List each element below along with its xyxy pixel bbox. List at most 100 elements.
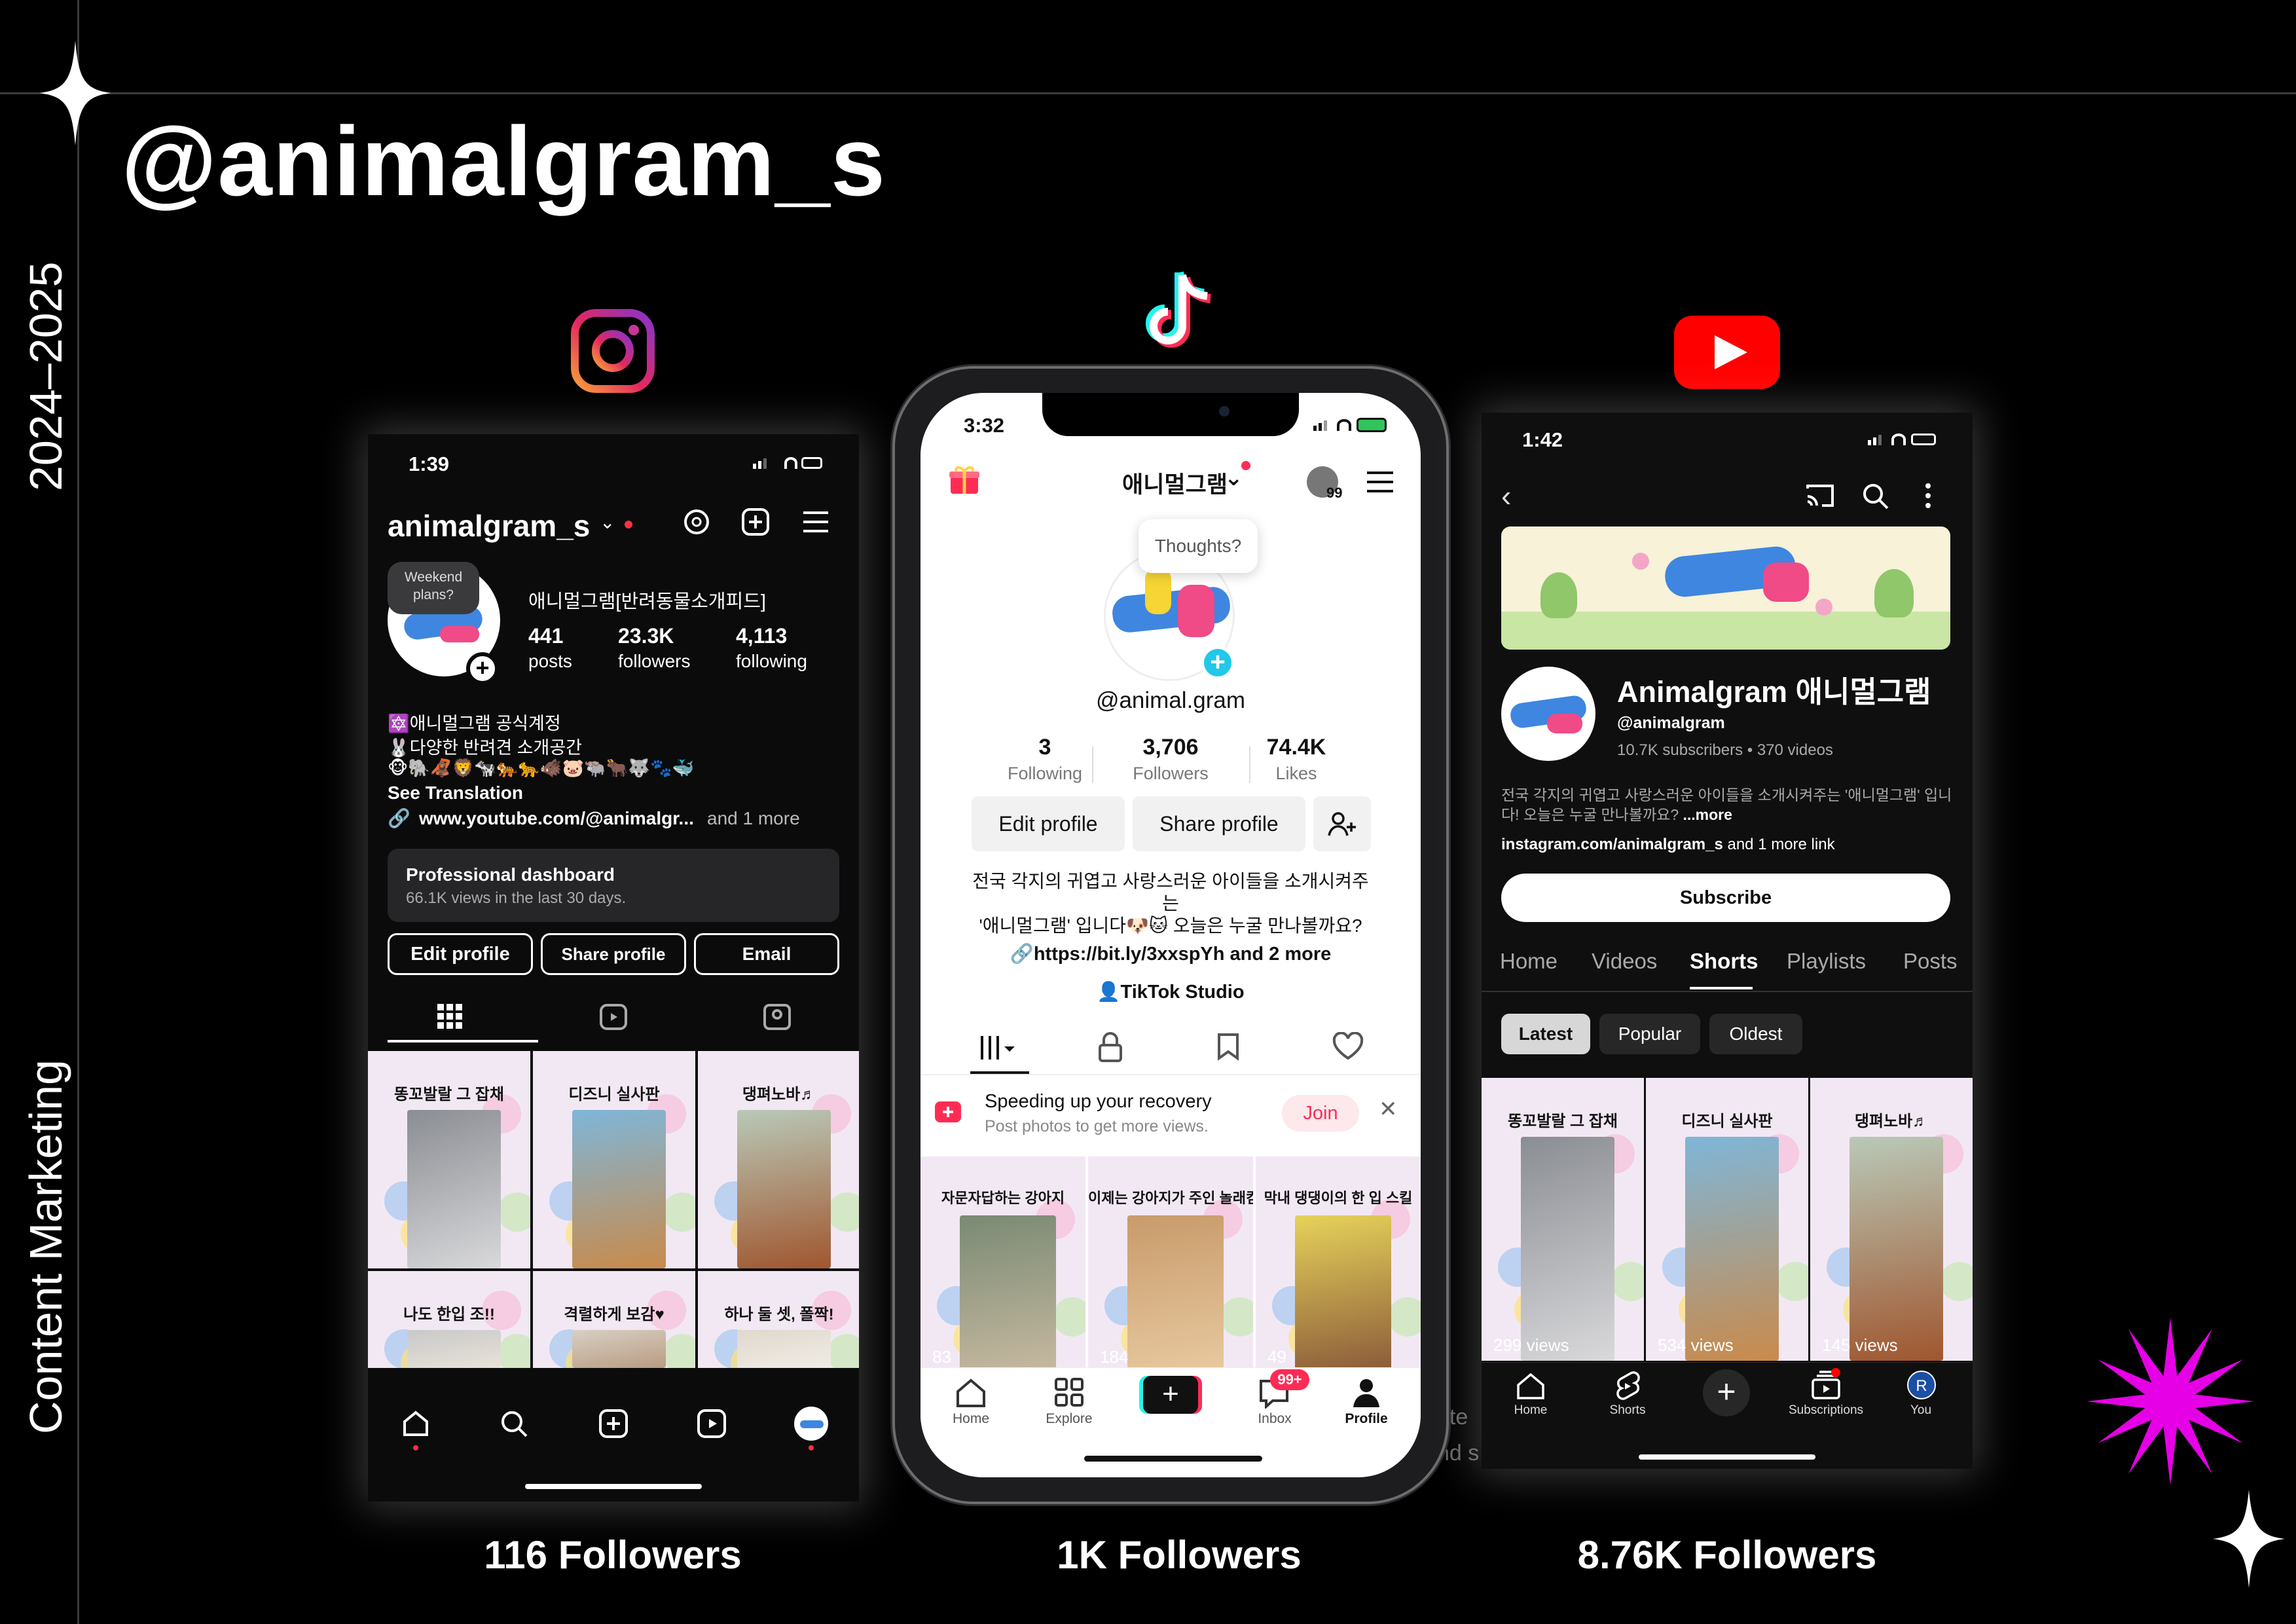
tiktok-studio-link[interactable]: 👤TikTok Studio: [920, 981, 1421, 1003]
back-icon[interactable]: ‹: [1501, 478, 1511, 513]
promo-subtitle: Post photos to get more views.: [985, 1117, 1209, 1135]
yt-tab-playlists[interactable]: Playlists: [1787, 949, 1866, 974]
ig-post-tile[interactable]: 나도 한입 조!!: [368, 1271, 530, 1368]
ig-post-tile[interactable]: 댕펴노바♬: [698, 1051, 859, 1268]
yt-short-tile[interactable]: 디즈니 실사판 534 views: [1646, 1078, 1808, 1361]
add-story-icon[interactable]: +: [1201, 646, 1235, 680]
profile-avatar[interactable]: [794, 1407, 828, 1441]
search-icon[interactable]: [499, 1409, 529, 1439]
tt-following-count[interactable]: 3: [999, 735, 1091, 760]
liked-tab-icon[interactable]: [1332, 1032, 1364, 1062]
subscribe-button[interactable]: Subscribe: [1501, 874, 1950, 922]
yt-tab-videos[interactable]: Videos: [1592, 949, 1657, 974]
professional-dashboard[interactable]: Professional dashboard 66.1K views in th…: [388, 849, 839, 922]
promo-join-button[interactable]: Join: [1282, 1095, 1359, 1132]
yt-channel-avatar[interactable]: [1501, 667, 1595, 761]
tagged-tab-icon[interactable]: [763, 1004, 791, 1030]
cast-icon[interactable]: [1805, 483, 1835, 508]
add-post-icon[interactable]: [741, 507, 770, 536]
tt-video-tile[interactable]: 자문자답하는 강아지 83: [920, 1156, 1085, 1373]
explore-icon[interactable]: [1054, 1377, 1084, 1407]
tt-bio-line-3: '애니멀그램' 입니다🐶🐱 오늘은 누굴 만나볼까요?: [979, 915, 1362, 936]
reels-tab-icon[interactable]: [600, 1004, 627, 1030]
ig-bio-line-1: 🔯애니멀그램 공식계정: [388, 714, 561, 733]
yt-nav-you-label: You: [1910, 1403, 1932, 1417]
home-icon[interactable]: [1516, 1372, 1546, 1401]
yt-tab-home[interactable]: Home: [1500, 949, 1558, 974]
yt-tab-shorts[interactable]: Shorts: [1690, 949, 1758, 974]
profile-icon[interactable]: [1351, 1377, 1381, 1409]
chevron-down-icon[interactable]: ⌄: [1224, 465, 1243, 491]
see-translation-link[interactable]: See Translation: [388, 783, 523, 803]
ig-username[interactable]: animalgram_s: [388, 508, 590, 544]
create-button[interactable]: +: [1139, 1376, 1202, 1414]
tt-name[interactable]: 애니멀그램: [1122, 466, 1228, 500]
grid-icon[interactable]: [437, 1004, 462, 1029]
more-options-icon[interactable]: [1925, 483, 1932, 509]
yt-desc-more[interactable]: ...more: [1683, 806, 1732, 823]
yt-tab-posts[interactable]: Posts: [1903, 949, 1958, 974]
decor-blob: [1940, 1261, 1973, 1301]
instagram-icon: [571, 309, 655, 393]
thoughts-bubble[interactable]: Thoughts?: [1139, 519, 1258, 573]
ig-post-tile[interactable]: 디즈니 실사판: [533, 1051, 695, 1268]
tt-video-tile[interactable]: 이제는 강아지가 주인 놀래킴ㅋㅋ 184: [1088, 1156, 1253, 1373]
yt-short-tile[interactable]: 댕펴노바♬ 145 views: [1810, 1078, 1973, 1361]
thumbnail-photo: [737, 1330, 831, 1368]
reposts-tab-icon[interactable]: [1215, 1032, 1244, 1062]
ig-edit-profile-button[interactable]: Edit profile: [388, 933, 533, 975]
add-friend-button[interactable]: [1313, 796, 1371, 851]
ig-status-icons: [753, 456, 822, 470]
videos-tab-icon[interactable]: [978, 1033, 1021, 1062]
ig-link-more[interactable]: and 1 more: [707, 808, 800, 829]
menu-icon[interactable]: [1366, 470, 1394, 494]
filter-oldest-chip[interactable]: Oldest: [1709, 1014, 1802, 1054]
thumbnail-caption: 이제는 강아지가 주인 놀래킴ㅋㅋ: [1088, 1190, 1253, 1206]
threads-icon[interactable]: [682, 507, 711, 536]
ig-post-tile[interactable]: 격렬하게 보감♥: [533, 1271, 695, 1368]
ig-link[interactable]: www.youtube.com/@animalgr...: [419, 808, 694, 829]
tt-likes-count[interactable]: 74.4K: [1250, 735, 1342, 760]
ig-following-count[interactable]: 4,113: [736, 624, 787, 648]
shorts-icon[interactable]: [1613, 1371, 1643, 1402]
menu-icon[interactable]: [802, 510, 829, 534]
add-story-icon[interactable]: +: [466, 652, 499, 685]
tt-edit-profile-button[interactable]: Edit profile: [972, 796, 1125, 851]
account-avatar[interactable]: R: [1907, 1371, 1936, 1399]
ig-share-profile-button[interactable]: Share profile: [541, 933, 686, 975]
yt-short-tile[interactable]: 똥꼬발랄 그 잡채 299 views: [1482, 1078, 1644, 1361]
home-icon[interactable]: [955, 1377, 987, 1409]
starburst-shape: [2086, 1318, 2254, 1485]
filter-popular-chip[interactable]: Popular: [1599, 1014, 1700, 1054]
tt-followers-label: Followers: [1133, 764, 1209, 783]
close-icon[interactable]: ✕: [1379, 1096, 1398, 1122]
ig-post-tile[interactable]: 하나 둘 셋, 폴짝!: [698, 1271, 859, 1368]
reels-icon[interactable]: [697, 1409, 727, 1439]
tt-video-tile[interactable]: 막내 댕댕이의 한 입 스킬 49: [1256, 1156, 1421, 1373]
gift-icon[interactable]: [948, 464, 981, 495]
tt-link[interactable]: 🔗https://bit.ly/3xxspYh and 2 more: [920, 943, 1421, 965]
ig-time: 1:39: [409, 452, 450, 475]
tt-promo-banner[interactable]: Speeding up your recovery Post photos to…: [920, 1077, 1421, 1147]
ig-post-tile[interactable]: 똥꼬발랄 그 잡채: [368, 1051, 530, 1268]
yt-desc-line-2[interactable]: 다! 오늘은 누굴 만나볼까요? ...more: [1501, 802, 1732, 824]
note-bubble[interactable]: Weekend plans?: [388, 562, 479, 614]
yt-link-row[interactable]: instagram.com/animalgram_s and 1 more li…: [1501, 836, 1835, 854]
ig-posts-count[interactable]: 441: [528, 624, 563, 648]
ig-followers-count[interactable]: 23.3K: [618, 624, 674, 648]
thumbnail-photo: [407, 1330, 501, 1368]
home-icon[interactable]: [401, 1409, 431, 1439]
tt-share-profile-button[interactable]: Share profile: [1133, 796, 1305, 851]
private-tab-icon[interactable]: [1097, 1032, 1123, 1062]
section-label: Content Marketing: [20, 1060, 71, 1434]
create-button[interactable]: +: [1703, 1369, 1750, 1416]
tt-followers-count[interactable]: 3,706: [1125, 735, 1216, 760]
sparkle-bottom-right-icon: [2213, 1490, 2285, 1588]
decor-blob: [1776, 1261, 1808, 1301]
filter-latest-chip[interactable]: Latest: [1501, 1014, 1590, 1054]
chevron-down-icon[interactable]: ⌄: [600, 511, 615, 533]
create-icon[interactable]: [598, 1409, 629, 1439]
search-icon[interactable]: [1861, 482, 1890, 511]
ig-email-button[interactable]: Email: [694, 933, 839, 975]
tt-mini-badge: 99: [1326, 485, 1343, 501]
